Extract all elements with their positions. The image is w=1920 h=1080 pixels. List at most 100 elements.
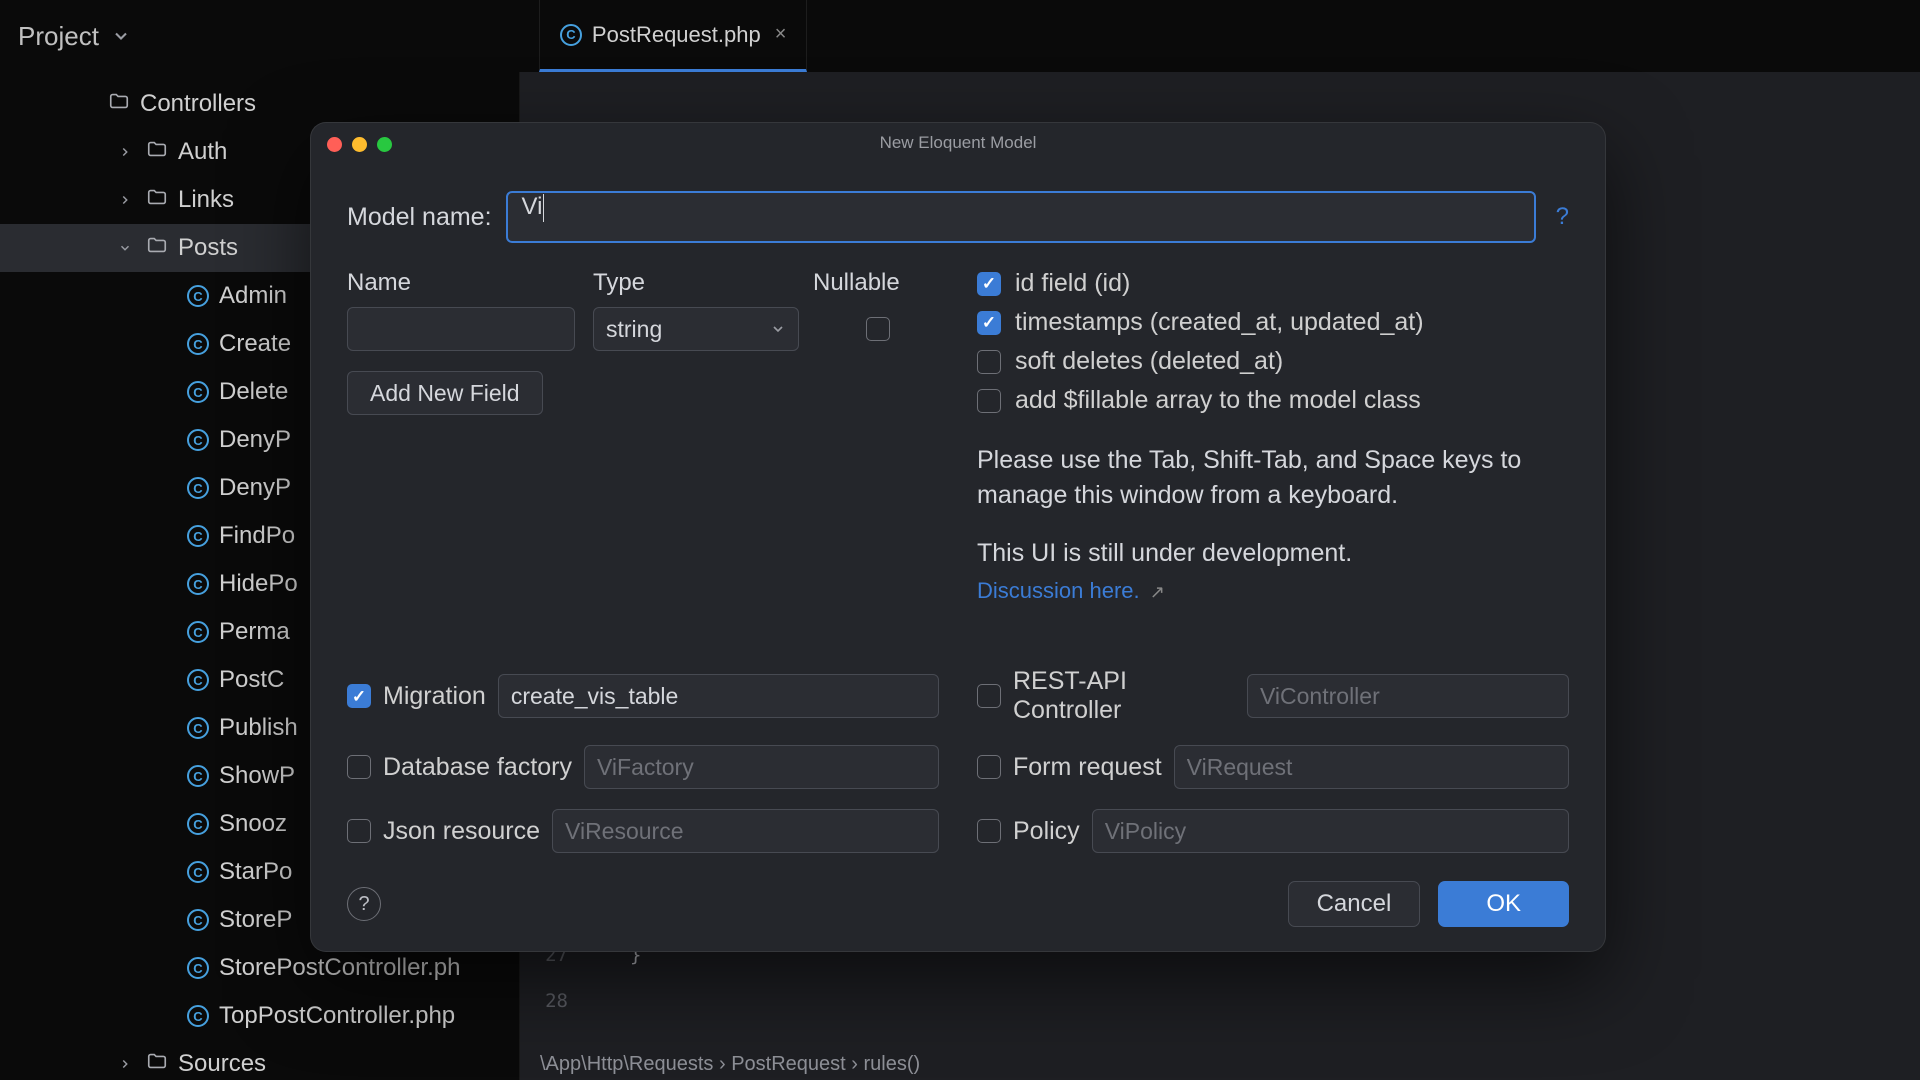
- close-window-icon[interactable]: [327, 137, 342, 152]
- folder-icon: [146, 138, 168, 167]
- tree-item-label: StorePostController.ph: [219, 954, 460, 982]
- discussion-link[interactable]: Discussion here.: [977, 578, 1140, 603]
- migration-label: Migration: [383, 682, 486, 711]
- folder-icon: [146, 186, 168, 215]
- tree-item-label: StarPo: [219, 858, 292, 886]
- class-icon: C: [187, 381, 209, 403]
- col-name-header: Name: [347, 269, 593, 297]
- tree-item-label: DenyP: [219, 474, 291, 502]
- external-link-icon: ↗: [1150, 582, 1165, 602]
- class-icon: C: [187, 957, 209, 979]
- form-request-checkbox[interactable]: [977, 755, 1001, 779]
- chevron-right-icon[interactable]: [114, 193, 136, 207]
- rest-api-checkbox[interactable]: [977, 684, 1001, 708]
- class-icon: C: [187, 813, 209, 835]
- migration-input[interactable]: [498, 674, 939, 718]
- tree-item-label: HidePo: [219, 570, 298, 598]
- soft-deletes-label: soft deletes (deleted_at): [1015, 347, 1283, 376]
- tree-item-label: DenyP: [219, 426, 291, 454]
- class-icon: C: [187, 429, 209, 451]
- field-name-input[interactable]: [347, 307, 575, 351]
- timestamps-label: timestamps (created_at, updated_at): [1015, 308, 1424, 337]
- project-label: Project: [18, 21, 99, 52]
- dialog-title: New Eloquent Model: [880, 133, 1037, 153]
- json-resource-label: Json resource: [383, 817, 540, 846]
- model-name-input[interactable]: Vi: [506, 191, 1536, 243]
- col-type-header: Type: [593, 269, 813, 297]
- tree-item-label: Publish: [219, 714, 298, 742]
- chevron-down-icon: [770, 321, 786, 337]
- help-icon[interactable]: ?: [1556, 203, 1569, 231]
- nullable-checkbox[interactable]: [866, 317, 890, 341]
- folder-icon: [108, 90, 130, 119]
- help-button[interactable]: ?: [347, 887, 381, 921]
- fillable-checkbox[interactable]: [977, 389, 1001, 413]
- policy-input[interactable]: [1092, 809, 1569, 853]
- database-factory-label: Database factory: [383, 753, 572, 782]
- tree-item-label: ShowP: [219, 762, 295, 790]
- minimize-window-icon[interactable]: [352, 137, 367, 152]
- tree-item-label: Sources: [178, 1050, 266, 1078]
- window-controls[interactable]: [327, 137, 392, 152]
- tree-item-label: Snooz: [219, 810, 287, 838]
- policy-label: Policy: [1013, 817, 1080, 846]
- chevron-right-icon[interactable]: [114, 1057, 136, 1071]
- folder-icon: [146, 1050, 168, 1079]
- form-request-label: Form request: [1013, 753, 1162, 782]
- tree-item-label: Controllers: [140, 90, 256, 118]
- form-request-input[interactable]: [1174, 745, 1569, 789]
- tree-item-label: Delete: [219, 378, 288, 406]
- editor-tab[interactable]: C PostRequest.php ×: [539, 0, 807, 72]
- class-icon: C: [187, 717, 209, 739]
- cancel-button[interactable]: Cancel: [1288, 881, 1421, 927]
- chevron-down-icon: [111, 26, 131, 46]
- tree-item-label: Perma: [219, 618, 290, 646]
- rest-api-input[interactable]: [1247, 674, 1569, 718]
- tree-item-label: Create: [219, 330, 291, 358]
- tree-item-label: StoreP: [219, 906, 292, 934]
- json-resource-checkbox[interactable]: [347, 819, 371, 843]
- close-icon[interactable]: ×: [775, 23, 787, 46]
- class-icon: C: [187, 1005, 209, 1027]
- tree-item-label: Links: [178, 186, 234, 214]
- tree-item-sources[interactable]: Sources: [0, 1040, 519, 1080]
- id-field-checkbox[interactable]: [977, 272, 1001, 296]
- database-factory-checkbox[interactable]: [347, 755, 371, 779]
- class-icon: C: [560, 24, 582, 46]
- soft-deletes-checkbox[interactable]: [977, 350, 1001, 374]
- chevron-down-icon[interactable]: [114, 241, 136, 255]
- migration-checkbox[interactable]: [347, 684, 371, 708]
- class-icon: C: [187, 525, 209, 547]
- tree-item-controllers[interactable]: Controllers: [0, 80, 519, 128]
- class-icon: C: [187, 861, 209, 883]
- tree-item-toppostcontroller-php[interactable]: CTopPostController.php: [0, 992, 519, 1040]
- tree-item-label: Posts: [178, 234, 238, 262]
- id-field-label: id field (id): [1015, 269, 1130, 298]
- tree-item-label: PostC: [219, 666, 284, 694]
- breadcrumb[interactable]: \App\Http\Requests › PostRequest › rules…: [540, 1053, 920, 1076]
- chevron-right-icon[interactable]: [114, 145, 136, 159]
- tree-item-label: FindPo: [219, 522, 295, 550]
- json-resource-input[interactable]: [552, 809, 939, 853]
- folder-icon: [146, 234, 168, 263]
- class-icon: C: [187, 573, 209, 595]
- model-name-label: Model name:: [347, 203, 492, 232]
- project-dropdown[interactable]: Project: [0, 21, 149, 52]
- database-factory-input[interactable]: [584, 745, 939, 789]
- tree-item-label: Auth: [178, 138, 227, 166]
- timestamps-checkbox[interactable]: [977, 311, 1001, 335]
- rest-api-label: REST-API Controller: [1013, 667, 1235, 725]
- field-type-select[interactable]: string: [593, 307, 799, 351]
- policy-checkbox[interactable]: [977, 819, 1001, 843]
- class-icon: C: [187, 477, 209, 499]
- tree-item-label: Admin: [219, 282, 287, 310]
- new-eloquent-model-dialog: New Eloquent Model Model name: Vi ? Name…: [310, 122, 1606, 952]
- keyboard-hint: Please use the Tab, Shift-Tab, and Space…: [977, 443, 1569, 513]
- add-new-field-button[interactable]: Add New Field: [347, 371, 543, 415]
- maximize-window-icon[interactable]: [377, 137, 392, 152]
- ok-button[interactable]: OK: [1438, 881, 1569, 927]
- tab-filename: PostRequest.php: [592, 22, 761, 48]
- class-icon: C: [187, 765, 209, 787]
- class-icon: C: [187, 669, 209, 691]
- class-icon: C: [187, 621, 209, 643]
